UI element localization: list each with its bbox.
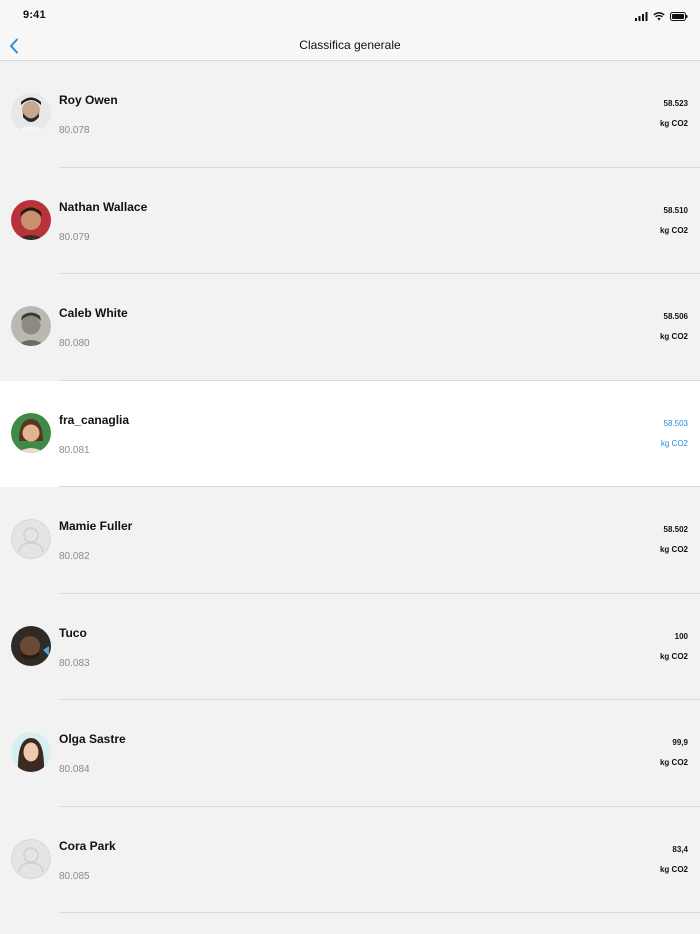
co2-unit: kg CO2 (659, 119, 688, 128)
page-title: Classifica generale (299, 38, 401, 52)
user-name: Cora Park (59, 838, 116, 853)
battery-icon (670, 11, 688, 21)
co2-value: 58.510 (663, 205, 688, 215)
row-divider (59, 912, 700, 913)
list-item[interactable]: Mamie Fuller 80.082 58.502 kg CO2 (0, 487, 700, 594)
user-photo-icon (11, 199, 51, 240)
avatar (11, 412, 51, 453)
co2-unit: kg CO2 (659, 332, 688, 341)
status-bar: 9:41 (0, 0, 700, 30)
co2-unit: kg CO2 (659, 758, 688, 767)
signal-icon (635, 11, 648, 21)
co2-value: 58.502 (663, 525, 688, 534)
user-score: 80.078 (59, 125, 90, 136)
user-photo-icon (11, 306, 51, 346)
user-photo-icon (11, 732, 51, 772)
co2-unit: kg CO2 (659, 225, 688, 235)
user-photo-icon (11, 412, 51, 453)
user-placeholder-icon (11, 838, 51, 879)
user-score: 80.082 (59, 551, 90, 562)
wifi-icon (653, 11, 665, 20)
user-score: 80.083 (59, 657, 90, 669)
co2-value: 58.506 (663, 312, 688, 321)
list-item[interactable]: Nathan Wallace 80.079 58.510 kg CO2 (0, 167, 700, 274)
user-placeholder-icon (11, 519, 51, 559)
user-score: 80.079 (59, 231, 90, 243)
co2-unit: kg CO2 (659, 651, 688, 661)
user-photo-icon (11, 93, 51, 133)
user-name: Tuco (59, 625, 87, 640)
list-item[interactable]: Caleb White 80.080 58.506 kg CO2 (0, 274, 700, 381)
user-name: Roy Owen (59, 93, 118, 107)
ranking-list: Roy Owen 80.078 58.523 kg CO2 Nathan Wal… (0, 61, 700, 913)
list-item[interactable]: Roy Owen 80.078 58.523 kg CO2 (0, 61, 700, 168)
avatar (11, 732, 51, 772)
avatar (11, 625, 51, 666)
user-photo-icon (11, 625, 51, 666)
user-score: 80.080 (59, 338, 90, 349)
co2-value: 99,9 (672, 738, 688, 747)
status-icons (635, 10, 688, 22)
avatar (11, 199, 51, 240)
user-score: 80.084 (59, 764, 90, 775)
avatar (11, 93, 51, 133)
list-item[interactable]: Cora Park 80.085 83,4 kg CO2 (0, 806, 700, 913)
user-score: 80.081 (59, 444, 90, 456)
navigation-bar: Classifica generale (0, 30, 700, 61)
list-item-current-user[interactable]: fra_canaglia 80.081 58.503 kg CO2 (0, 380, 700, 487)
user-name: Nathan Wallace (59, 199, 148, 214)
status-time: 9:41 (23, 9, 46, 21)
co2-unit: kg CO2 (659, 545, 688, 554)
avatar (11, 838, 51, 879)
list-item[interactable]: Tuco 80.083 100 kg CO2 (0, 593, 700, 700)
co2-value: 83,4 (672, 844, 688, 854)
co2-value: 100 (674, 631, 688, 641)
avatar (11, 519, 51, 559)
list-item[interactable]: Olga Sastre 80.084 99,9 kg CO2 (0, 700, 700, 807)
user-name: Caleb White (59, 306, 128, 320)
co2-value: 58.503 (663, 418, 688, 428)
user-score: 80.085 (59, 870, 90, 882)
co2-unit: kg CO2 (659, 864, 688, 874)
co2-unit: kg CO2 (660, 438, 688, 448)
co2-value: 58.523 (663, 99, 688, 108)
user-name: Mamie Fuller (59, 519, 133, 533)
user-name: Olga Sastre (59, 732, 126, 746)
avatar (11, 306, 51, 346)
user-name: fra_canaglia (59, 412, 130, 427)
